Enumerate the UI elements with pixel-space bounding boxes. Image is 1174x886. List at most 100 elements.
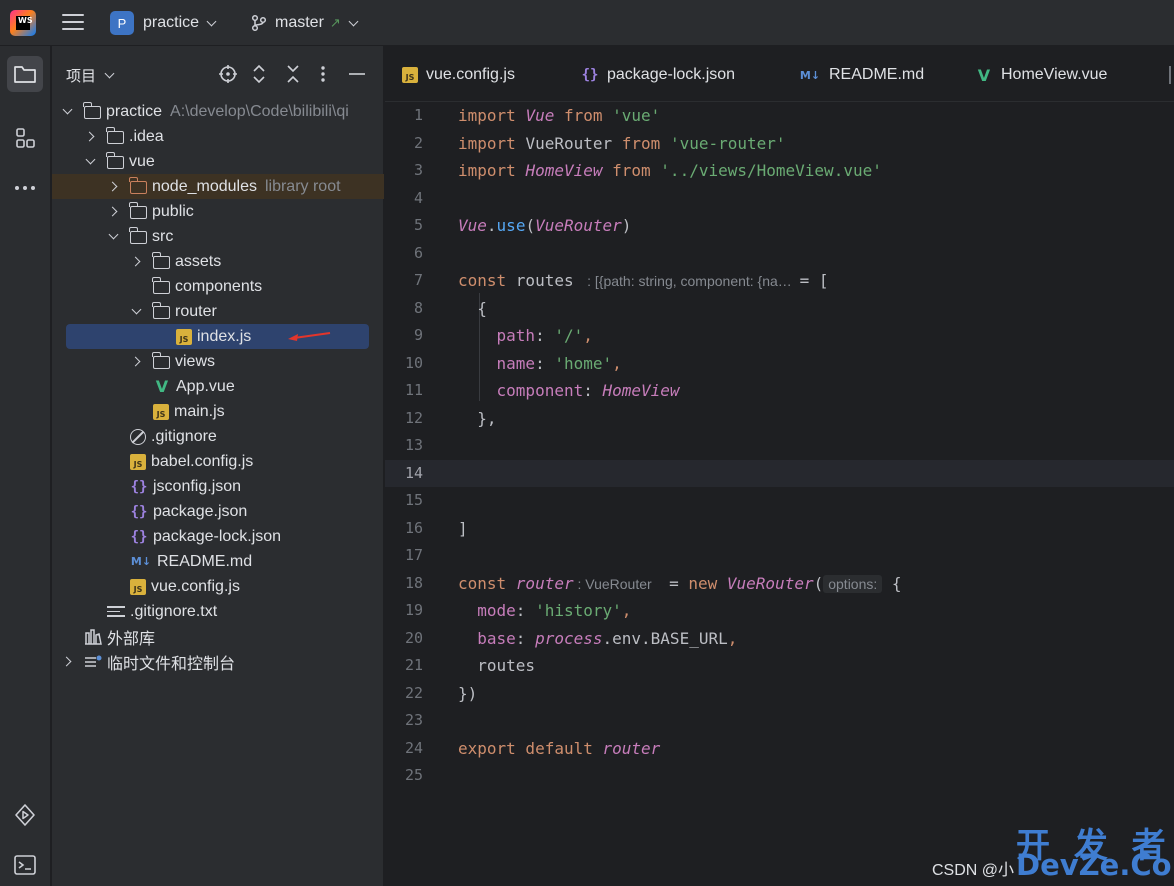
editor-area: JS vue.config.js {} package-lock.json M↓ READ… <box>385 46 1174 886</box>
tree-item-label: package-lock.json <box>153 527 282 545</box>
hide-panel-icon[interactable] <box>348 64 366 84</box>
code-token: new <box>688 573 727 593</box>
folder-icon <box>152 302 170 319</box>
editor-tab-label: HomeView.vue <box>1001 66 1108 83</box>
chevron-down-icon[interactable] <box>108 232 118 242</box>
branch-switcher[interactable]: master ↗ <box>250 11 359 35</box>
json-file-icon: {} <box>130 528 148 545</box>
tree-item[interactable]: components <box>52 274 384 299</box>
folder-icon <box>83 102 101 119</box>
line-number: 4 <box>413 188 423 207</box>
options-icon[interactable] <box>320 64 326 84</box>
tree-item-hint: library root <box>264 177 341 195</box>
tree-item[interactable]: views <box>52 349 384 374</box>
code-token: path <box>496 326 536 345</box>
folder-icon <box>106 152 124 169</box>
webstorm-logo-icon[interactable]: WS <box>10 10 36 36</box>
code-line: 3 import HomeView from '../views/HomeView… <box>385 157 1174 184</box>
tree-item[interactable]: {} package.json <box>52 499 384 524</box>
chevron-down-icon[interactable] <box>62 107 72 117</box>
chevron-right-icon[interactable] <box>62 657 72 667</box>
tree-item-label: src <box>152 227 174 245</box>
code-text: import VueRouter from 'vue-router' <box>458 130 786 157</box>
collapse-all-icon[interactable] <box>285 64 301 84</box>
chevron-down-icon[interactable] <box>131 307 141 317</box>
tree-item[interactable]: {} jsconfig.json <box>52 474 384 499</box>
js-file-icon: JS <box>176 328 192 345</box>
tree-item[interactable]: src <box>52 224 384 249</box>
code-text: { <box>458 295 487 322</box>
tree-item[interactable]: M↓ README.md <box>52 549 384 574</box>
code-token: use <box>496 216 526 235</box>
json-file-icon: {} <box>581 67 599 83</box>
code-token: { <box>458 298 487 318</box>
project-tool-button[interactable] <box>7 56 43 92</box>
main-menu-icon[interactable] <box>62 14 84 32</box>
line-number: 6 <box>413 243 423 262</box>
tree-item[interactable]: V App.vue <box>52 374 384 399</box>
folder-icon <box>152 252 170 269</box>
code-token: Vue <box>525 106 555 125</box>
chevron-right-icon[interactable] <box>131 357 141 367</box>
tree-item[interactable]: .gitignore <box>52 424 384 449</box>
project-view-selector[interactable]: 项目 <box>66 65 115 86</box>
code-text: import Vue from 'vue' <box>458 102 660 129</box>
chevron-right-icon[interactable] <box>108 207 118 217</box>
editor-tab[interactable]: M↓ README.md <box>799 64 924 86</box>
tree-item[interactable]: JS vue.config.js <box>52 574 384 599</box>
tree-item[interactable]: public <box>52 199 384 224</box>
tree-item[interactable]: .idea <box>52 124 384 149</box>
scratches-icon <box>84 654 102 670</box>
expand-all-icon[interactable] <box>251 64 267 84</box>
editor-tab[interactable]: JS vue.config.js <box>402 64 515 86</box>
locate-icon[interactable] <box>218 64 238 84</box>
chevron-right-icon[interactable] <box>108 182 118 192</box>
library-icon <box>84 628 102 645</box>
more-icon <box>15 186 35 190</box>
tree-item[interactable]: node_modules library root <box>52 174 384 199</box>
terminal-tool-button[interactable] <box>7 847 43 883</box>
inlay-hint: : VueRouter <box>573 575 660 592</box>
tree-item[interactable]: JS main.js <box>52 399 384 424</box>
line-number: 15 <box>404 491 423 509</box>
line-number: 14 <box>404 463 423 482</box>
code-token: import <box>458 161 526 180</box>
code-token: : <box>515 628 536 648</box>
chevron-down-icon <box>348 16 359 26</box>
tree-item[interactable]: vue <box>52 149 384 174</box>
code-line: 18 const router : VueRouter = new VueRout… <box>385 570 1174 597</box>
tree-item[interactable]: JS index.js <box>66 324 369 349</box>
tree-item[interactable]: 临时文件和控制台 <box>52 649 384 674</box>
code-text: mode: 'history', <box>458 597 631 624</box>
js-file-icon: JS <box>153 403 169 420</box>
tree-item[interactable]: {} package-lock.json <box>52 524 384 549</box>
code-text: }, <box>458 405 496 432</box>
services-tool-button[interactable] <box>7 797 43 833</box>
markdown-file-icon: M↓ <box>799 68 821 82</box>
chevron-down-icon <box>104 68 115 79</box>
tab-overflow-edge <box>1169 66 1174 84</box>
chevron-down-icon[interactable] <box>85 157 95 167</box>
project-panel-title: 项目 <box>66 68 97 85</box>
chevron-right-icon[interactable] <box>131 257 141 267</box>
editor-tab[interactable]: {} package-lock.json <box>581 64 736 86</box>
tree-item[interactable]: router <box>52 299 384 324</box>
tree-item[interactable]: practice A:\develop\Code\bilibili\qi <box>52 99 384 124</box>
structure-tool-button[interactable] <box>7 120 43 156</box>
code-token: router <box>515 573 574 593</box>
editor-tab[interactable]: V HomeView.vue <box>975 64 1108 86</box>
more-tools-button[interactable] <box>7 170 43 206</box>
project-switcher[interactable]: P practice <box>110 11 217 35</box>
line-number: 21 <box>404 656 423 674</box>
code-token: VueRouter <box>535 216 622 235</box>
code-token: .env.BASE_URL <box>602 628 728 648</box>
tree-item[interactable]: JS babel.config.js <box>52 449 384 474</box>
code-token: from <box>554 106 613 125</box>
text-file-icon <box>107 604 125 620</box>
tree-item[interactable]: 外部库 <box>52 624 384 649</box>
chevron-right-icon[interactable] <box>85 132 95 142</box>
tree-item[interactable]: .gitignore.txt <box>52 599 384 624</box>
tree-item-label: package.json <box>153 502 248 520</box>
tree-item[interactable]: assets <box>52 249 384 274</box>
code-line: 5 Vue.use(VueRouter) <box>385 212 1174 239</box>
